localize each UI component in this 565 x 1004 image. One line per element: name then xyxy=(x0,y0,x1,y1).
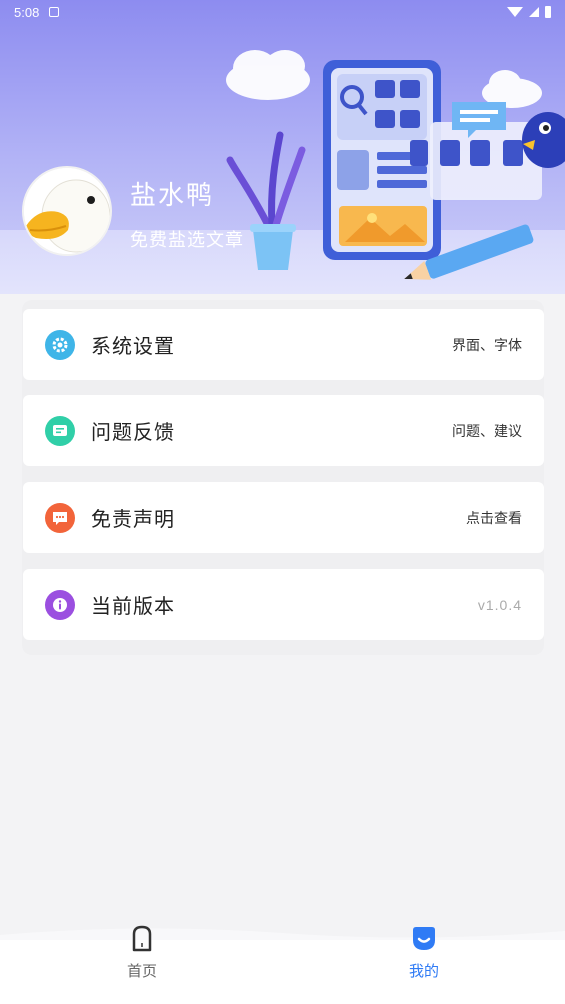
menu-item-disclaimer[interactable]: 免责声明 点击查看 xyxy=(23,482,544,553)
menu-item-label: 问题反馈 xyxy=(91,420,175,444)
profile-header: 盐水鸭 免费盐选文章 xyxy=(0,0,565,294)
menu-item-version[interactable]: 当前版本 v1.0.4 xyxy=(23,569,544,640)
profile-name: 盐水鸭 xyxy=(130,181,215,211)
menu-item-label: 系统设置 xyxy=(91,334,175,358)
home-icon xyxy=(132,925,152,952)
wifi-icon xyxy=(507,7,523,17)
feedback-icon xyxy=(45,415,75,446)
nav-home[interactable]: 首页 xyxy=(82,924,202,981)
profile-subtitle: 免费盐选文章 xyxy=(130,230,244,251)
avatar[interactable] xyxy=(22,166,112,256)
duck-avatar-image xyxy=(24,168,110,254)
gear-icon xyxy=(45,329,75,360)
nav-home-label: 首页 xyxy=(126,962,157,980)
smile-icon xyxy=(413,927,435,950)
signal-icon xyxy=(529,7,539,17)
status-time: 5:08 xyxy=(14,4,40,20)
nav-mine-label: 我的 xyxy=(408,962,439,980)
menu-item-settings[interactable]: 系统设置 界面、字体 xyxy=(23,309,544,380)
notification-icon xyxy=(49,7,60,17)
menu-item-label: 免责声明 xyxy=(91,507,175,531)
status-bar: 5:08 xyxy=(0,0,565,24)
chat-icon xyxy=(45,502,75,533)
menu-item-feedback[interactable]: 问题反馈 问题、建议 xyxy=(23,395,544,466)
battery-icon xyxy=(545,6,551,18)
version-value: v1.0.4 xyxy=(477,596,522,613)
info-icon xyxy=(45,589,75,620)
menu-item-value: 问题、建议 xyxy=(452,423,522,440)
menu-item-value: 点击查看 xyxy=(466,510,522,527)
menu-item-value: 界面、字体 xyxy=(452,337,522,354)
nav-mine[interactable]: 我的 xyxy=(364,924,484,981)
menu-item-label: 当前版本 xyxy=(91,594,175,618)
bottom-nav: 首页 我的 xyxy=(0,925,565,1004)
